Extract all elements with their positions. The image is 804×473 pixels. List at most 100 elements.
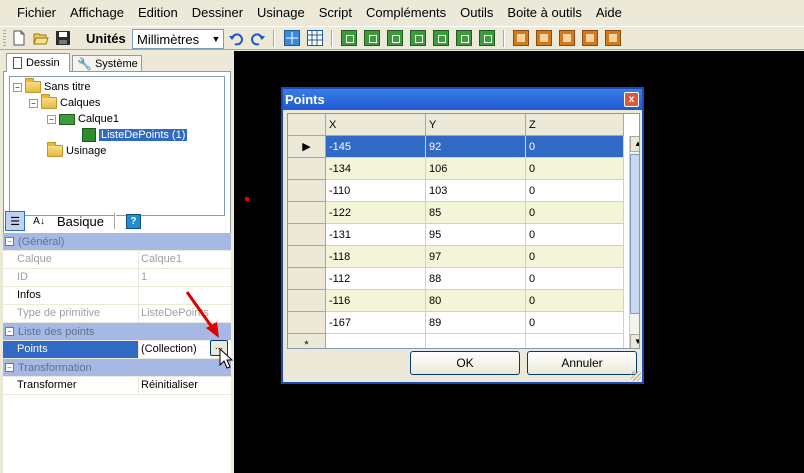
draw-rectangle-icon[interactable]: [410, 30, 426, 46]
menu-item[interactable]: Affichage: [63, 0, 131, 26]
table-row[interactable]: -110 103 0: [288, 180, 624, 202]
property-value[interactable]: Réinitialiser: [139, 377, 231, 394]
draw-shape-icon[interactable]: [456, 30, 472, 46]
close-icon[interactable]: x: [624, 92, 639, 107]
cell-x[interactable]: -110: [326, 180, 426, 202]
tab-systeme[interactable]: 🔧 Système: [72, 55, 142, 72]
row-selector[interactable]: [288, 312, 326, 334]
table-row[interactable]: ▶ -145 92 0: [288, 136, 624, 158]
cell-y[interactable]: 106: [426, 158, 526, 180]
redo-icon[interactable]: [250, 30, 266, 46]
toolpath-4-icon[interactable]: [582, 30, 598, 46]
table-row[interactable]: -134 106 0: [288, 158, 624, 180]
cell-x[interactable]: -134: [326, 158, 426, 180]
column-header-y[interactable]: Y: [426, 114, 526, 136]
toolpath-3-icon[interactable]: [559, 30, 575, 46]
tree-node-points-list[interactable]: ListeDePoints (1): [82, 127, 188, 143]
save-icon[interactable]: [55, 30, 71, 46]
cell-z[interactable]: 0: [526, 202, 624, 224]
sort-alpha-icon[interactable]: A↓: [29, 211, 49, 231]
collapse-icon[interactable]: −: [5, 363, 14, 372]
collapse-icon[interactable]: −: [5, 237, 14, 246]
units-dropdown[interactable]: Millimètres ▼: [132, 29, 224, 49]
table-row[interactable]: -116 80 0: [288, 290, 624, 312]
ok-button[interactable]: OK: [410, 351, 520, 375]
draw-circle-icon[interactable]: [364, 30, 380, 46]
snap-grid-icon[interactable]: [284, 30, 300, 46]
menu-item[interactable]: Fichier: [10, 0, 63, 26]
undo-icon[interactable]: [228, 30, 244, 46]
draw-text-icon[interactable]: [433, 30, 449, 46]
toolpath-2-icon[interactable]: [536, 30, 552, 46]
row-selector[interactable]: [288, 158, 326, 180]
scrollbar-thumb[interactable]: [630, 154, 639, 314]
row-selector[interactable]: [288, 290, 326, 312]
cell-x[interactable]: -112: [326, 268, 426, 290]
cell-y[interactable]: 97: [426, 246, 526, 268]
collapse-icon[interactable]: −: [47, 114, 56, 124]
cell-z[interactable]: 0: [526, 158, 624, 180]
cell-x[interactable]: -122: [326, 202, 426, 224]
property-row[interactable]: Points (Collection): [3, 341, 231, 359]
collapse-icon[interactable]: −: [29, 98, 38, 108]
row-selector[interactable]: [288, 268, 326, 290]
draw-polyline-icon[interactable]: [341, 30, 357, 46]
property-category[interactable]: − Transformation: [3, 359, 231, 377]
table-row[interactable]: -118 97 0: [288, 246, 624, 268]
menu-item[interactable]: Usinage: [250, 0, 312, 26]
menu-item[interactable]: Edition: [131, 0, 185, 26]
new-row[interactable]: *: [288, 334, 624, 348]
table-row[interactable]: -131 95 0: [288, 224, 624, 246]
menu-item[interactable]: Dessiner: [185, 0, 250, 26]
cell-z[interactable]: 0: [526, 224, 624, 246]
project-tree[interactable]: − Sans titre − Calques − Calque1 ListeDe…: [9, 76, 225, 216]
new-file-icon[interactable]: [11, 30, 27, 46]
current-row-arrow-icon[interactable]: ▶: [288, 136, 326, 158]
scroll-down-icon[interactable]: ▼: [630, 334, 639, 348]
property-row[interactable]: Calque Calque1: [3, 251, 231, 269]
row-selector[interactable]: [288, 224, 326, 246]
property-grid[interactable]: − (Général) Calque Calque1 ID 1 Infos Type de p…: [3, 233, 231, 473]
categorized-icon[interactable]: ☰: [5, 211, 25, 231]
open-folder-icon[interactable]: [33, 30, 49, 46]
cell-y[interactable]: 80: [426, 290, 526, 312]
menu-item[interactable]: Boite à outils: [500, 0, 588, 26]
property-value[interactable]: 1: [139, 269, 231, 286]
cell-y[interactable]: 95: [426, 224, 526, 246]
basique-button[interactable]: Basique: [57, 214, 104, 229]
cell-y[interactable]: 89: [426, 312, 526, 334]
cell-x[interactable]: -116: [326, 290, 426, 312]
column-header-x[interactable]: X: [326, 114, 426, 136]
cell-z[interactable]: 0: [526, 180, 624, 202]
row-selector[interactable]: [288, 180, 326, 202]
table-row[interactable]: -167 89 0: [288, 312, 624, 334]
table-row[interactable]: -112 88 0: [288, 268, 624, 290]
menu-item[interactable]: Outils: [453, 0, 500, 26]
collapse-icon[interactable]: −: [13, 82, 22, 92]
points-grid[interactable]: X Y Z ▶ -145 92 0 -134 106 0 -110 103 0 -122 85 0 -13…: [287, 113, 640, 349]
empty-cell[interactable]: [526, 334, 624, 348]
cell-z[interactable]: 0: [526, 136, 624, 158]
row-selector[interactable]: [288, 246, 326, 268]
toolbar-grip[interactable]: [3, 30, 6, 47]
toolpath-5-icon[interactable]: [605, 30, 621, 46]
tree-node-calque1[interactable]: − Calque1: [47, 111, 119, 127]
cell-z[interactable]: 0: [526, 268, 624, 290]
draw-points-icon[interactable]: [387, 30, 403, 46]
cell-z[interactable]: 0: [526, 246, 624, 268]
menu-item[interactable]: Compléments: [359, 0, 453, 26]
toolpath-1-icon[interactable]: [513, 30, 529, 46]
table-row[interactable]: -122 85 0: [288, 202, 624, 224]
empty-cell[interactable]: [426, 334, 526, 348]
cancel-button[interactable]: Annuler: [527, 351, 637, 375]
cell-y[interactable]: 92: [426, 136, 526, 158]
cell-y[interactable]: 88: [426, 268, 526, 290]
cell-x[interactable]: -167: [326, 312, 426, 334]
column-header-z[interactable]: Z: [526, 114, 624, 136]
cell-z[interactable]: 0: [526, 290, 624, 312]
tree-node-usinage[interactable]: Usinage: [47, 142, 106, 159]
help-icon[interactable]: ?: [125, 213, 141, 229]
tree-node-root[interactable]: − Sans titre: [13, 78, 90, 95]
property-category[interactable]: − (Général): [3, 233, 231, 251]
chevron-down-icon[interactable]: ▼: [209, 30, 223, 48]
